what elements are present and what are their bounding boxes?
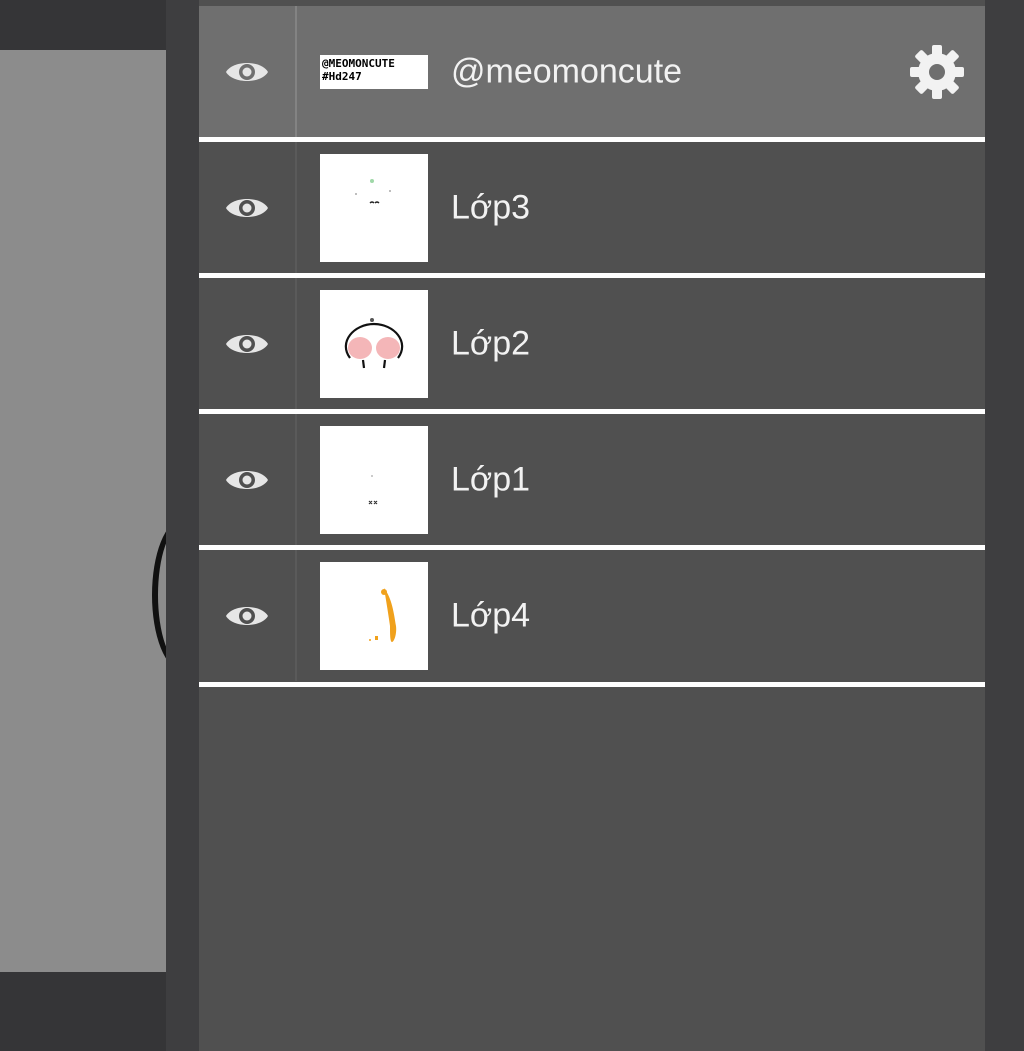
layer-row-lop2[interactable]: Lớp2 bbox=[199, 278, 985, 409]
canvas-drawing-stroke bbox=[152, 520, 166, 670]
layer-name: Lớp1 bbox=[451, 460, 531, 498]
thumbnail-sketch bbox=[355, 178, 391, 204]
layer-visibility-toggle[interactable] bbox=[199, 142, 297, 273]
gear-icon[interactable] bbox=[909, 44, 965, 100]
layer-name: Lớp2 bbox=[451, 324, 531, 362]
canvas-paper[interactable] bbox=[0, 50, 166, 972]
layer-name: Lớp4 bbox=[451, 596, 531, 634]
thumbnail-sketch bbox=[368, 474, 378, 504]
layer-row-lop1[interactable]: Lớp1 bbox=[199, 414, 985, 545]
layer-visibility-toggle[interactable] bbox=[199, 550, 297, 681]
layer-row-meomoncute[interactable]: @MEOMONCUTE #Hd247 @meomoncute bbox=[199, 6, 985, 137]
canvas-bottom-bar bbox=[0, 972, 166, 1051]
canvas-top-bar bbox=[0, 0, 166, 50]
layer-thumbnail[interactable]: @MEOMONCUTE #Hd247 bbox=[320, 54, 428, 89]
layer-thumbnail[interactable] bbox=[320, 425, 428, 534]
layer-visibility-toggle[interactable] bbox=[199, 414, 297, 545]
eye-icon[interactable] bbox=[224, 465, 270, 495]
layer-thumbnail[interactable] bbox=[320, 289, 428, 398]
thumbnail-text-line-2: #Hd247 bbox=[322, 69, 362, 83]
eye-icon[interactable] bbox=[224, 601, 270, 631]
layer-visibility-toggle[interactable] bbox=[199, 6, 297, 137]
layer-name: @meomoncute bbox=[451, 52, 683, 90]
eye-icon[interactable] bbox=[224, 57, 270, 87]
eye-icon[interactable] bbox=[224, 193, 270, 223]
layer-thumbnail[interactable] bbox=[320, 561, 428, 670]
layer-row-lop3[interactable]: Lớp3 bbox=[199, 142, 985, 273]
thumbnail-sketch bbox=[344, 317, 404, 368]
eye-icon[interactable] bbox=[224, 329, 270, 359]
thumbnail-text-line-1: @MEOMONCUTE bbox=[322, 56, 395, 70]
thumbnail-sketch bbox=[369, 587, 397, 642]
drawing-canvas-area[interactable] bbox=[0, 0, 166, 1051]
layer-thumbnail[interactable] bbox=[320, 153, 428, 262]
layer-row-lop4[interactable]: Lớp4 bbox=[199, 550, 985, 681]
layer-name: Lớp3 bbox=[451, 188, 531, 226]
layer-divider bbox=[199, 682, 985, 687]
layer-visibility-toggle[interactable] bbox=[199, 278, 297, 409]
thumbnail-watermark-text: @MEOMONCUTE #Hd247 bbox=[322, 57, 395, 83]
